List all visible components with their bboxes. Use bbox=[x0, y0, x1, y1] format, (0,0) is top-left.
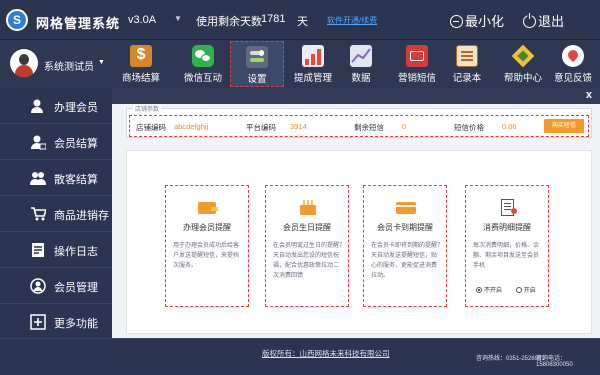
app-logo-icon: S bbox=[6, 9, 28, 31]
buy-sms-button[interactable]: 购买短信 bbox=[544, 119, 584, 133]
help-icon bbox=[511, 44, 535, 68]
sms-price-label: 短信价格 bbox=[454, 123, 484, 132]
sidebar-item-inventory[interactable]: 商品进销存 bbox=[0, 196, 112, 232]
sidebar-item-add-member[interactable]: 办理会员 bbox=[0, 88, 112, 124]
minimize-icon bbox=[450, 15, 463, 28]
consumption-reminder-options: 不开启 开启 bbox=[476, 285, 536, 294]
remaining-days-unit: 天 bbox=[297, 16, 308, 28]
guest-checkout-icon bbox=[30, 172, 46, 185]
card-expiry-reminder[interactable]: 会员卡到期提醒 在会员卡即将到期的提醒7天自动发送提醒短信，贴心的服务，更能促进… bbox=[363, 185, 447, 307]
sms-price-value: 0.06 bbox=[502, 122, 517, 131]
toolbar: $ 商场结算 微信互动 设置 提成管理 数据 营销短信 记录本 帮助中心 意见反… bbox=[112, 40, 600, 88]
sidebar-item-more[interactable]: 更多功能 bbox=[0, 304, 112, 340]
toolbar-mall-checkout-button[interactable]: $ 商场结算 bbox=[114, 41, 168, 87]
sms-icon bbox=[406, 45, 428, 67]
title-bar: S 网格管理系统 v3.0A ▼ 使用剩余天数 1781 天 软件开通/续费 最… bbox=[0, 0, 600, 40]
store-params-box: 店铺参数 店铺编码 abcdefghij 平台编码 3914 剩余短信 0 短信… bbox=[126, 104, 592, 138]
cart-icon bbox=[31, 207, 46, 221]
dollar-icon: $ bbox=[130, 45, 152, 67]
main-content: x 店铺参数 店铺编码 abcdefghij 平台编码 3914 剩余短信 0 … bbox=[112, 88, 600, 338]
toolbar-feedback-button[interactable]: 意见反馈 bbox=[546, 41, 600, 87]
sms-left-value: 0 bbox=[402, 122, 407, 131]
platform-code-label: 平台编码 bbox=[246, 123, 276, 132]
commission-icon bbox=[302, 45, 324, 67]
toolbar-settings-button[interactable]: 设置 bbox=[230, 41, 284, 87]
toolbar-help-button[interactable]: 帮助中心 bbox=[496, 41, 550, 87]
notebook-icon bbox=[456, 45, 478, 67]
sidebar-item-guest-checkout[interactable]: 散客结算 bbox=[0, 160, 112, 196]
app-title: 网格管理系统 bbox=[36, 16, 121, 31]
store-params-row: 店铺编码 abcdefghij 平台编码 3914 剩余短信 0 短信价格 0.… bbox=[129, 115, 589, 137]
receipt-icon bbox=[496, 198, 520, 216]
toolbar-sms-button[interactable]: 营销短信 bbox=[390, 41, 444, 87]
wechat-icon bbox=[192, 45, 214, 67]
sidebar: 办理会员 会员结算 散客结算 商品进销存 操作日志 会员管理 更多功能 bbox=[0, 88, 112, 338]
member-card-icon bbox=[394, 198, 418, 216]
plus-icon bbox=[30, 314, 46, 330]
renew-link[interactable]: 软件开通/续费 bbox=[327, 15, 377, 26]
card-consumption-reminder[interactable]: 消费明细提醒 每次消费明细，价格、余额、剩余项目发送至会员手机 不开启 开启 bbox=[465, 185, 549, 307]
minimize-button[interactable]: 最小化 bbox=[450, 11, 504, 30]
panel-header: x bbox=[112, 88, 600, 104]
radio-off[interactable] bbox=[476, 287, 482, 293]
avatar bbox=[10, 49, 38, 77]
exit-button[interactable]: 退出 bbox=[523, 11, 564, 30]
toolbar-wechat-button[interactable]: 微信互动 bbox=[176, 41, 230, 87]
remaining-days-label: 使用剩余天数 bbox=[196, 16, 262, 28]
member-manage-icon bbox=[30, 278, 46, 294]
version-label: v3.0A bbox=[128, 14, 157, 26]
option-on[interactable]: 开启 bbox=[515, 287, 536, 294]
footer: 版权所有：山西网格未来科技有限公司 咨询热线：0351-2526981 咨询电话… bbox=[0, 338, 600, 375]
feedback-icon bbox=[562, 45, 584, 67]
card-join-reminder[interactable]: 办理会员提醒 用于办理会员成功后给客户发送提醒短信，来提档次服务。 bbox=[165, 185, 249, 307]
radio-on[interactable] bbox=[515, 287, 522, 293]
add-member-icon bbox=[31, 99, 43, 113]
platform-code-value: 3914 bbox=[290, 122, 307, 131]
settings-icon bbox=[246, 46, 268, 68]
user-name: 系统测试员 bbox=[44, 62, 94, 73]
sms-left-label: 剩余短信 bbox=[354, 123, 384, 132]
chart-icon bbox=[350, 45, 372, 67]
power-icon bbox=[523, 13, 536, 28]
option-off[interactable]: 不开启 bbox=[476, 287, 502, 294]
log-icon bbox=[32, 243, 44, 257]
user-panel[interactable]: 系统测试员 ▼ bbox=[0, 40, 112, 88]
store-code-value: abcdefghij bbox=[174, 122, 209, 131]
member-checkout-icon bbox=[31, 135, 46, 150]
version-caret-icon[interactable]: ▼ bbox=[174, 14, 182, 23]
toolbar-commission-button[interactable]: 提成管理 bbox=[286, 41, 340, 87]
remaining-days-value: 1781 bbox=[261, 13, 286, 25]
card-birthday-reminder[interactable]: 会员生日提醒 在会员明诞过生日的提醒7天自动发出您设的短信祝福，配合优惠政策拉动… bbox=[265, 185, 349, 307]
birthday-cake-icon bbox=[296, 198, 320, 216]
sidebar-item-operation-log[interactable]: 操作日志 bbox=[0, 232, 112, 268]
hotline-phone: 咨询热线：0351-2526981 bbox=[476, 356, 545, 362]
chevron-down-icon[interactable]: ▼ bbox=[98, 59, 105, 66]
store-params-legend: 店铺参数 bbox=[133, 104, 162, 113]
sidebar-item-member-checkout[interactable]: 会员结算 bbox=[0, 124, 112, 160]
toolbar-data-button[interactable]: 数据 bbox=[334, 41, 388, 87]
close-icon[interactable]: x bbox=[586, 89, 592, 101]
reminder-cards-panel: 办理会员提醒 用于办理会员成功后给客户发送提醒短信，来提档次服务。 会员生日提醒… bbox=[126, 150, 592, 334]
sidebar-item-member-manage[interactable]: 会员管理 bbox=[0, 268, 112, 304]
store-code-label: 店铺编码 bbox=[136, 123, 166, 132]
card-wallet-icon bbox=[196, 198, 220, 216]
copyright-link[interactable]: 版权所有：山西网格未来科技有限公司 bbox=[262, 348, 390, 359]
consult-phone: 咨询电话：15808300050 bbox=[536, 356, 573, 368]
toolbar-notebook-button[interactable]: 记录本 bbox=[440, 41, 494, 87]
